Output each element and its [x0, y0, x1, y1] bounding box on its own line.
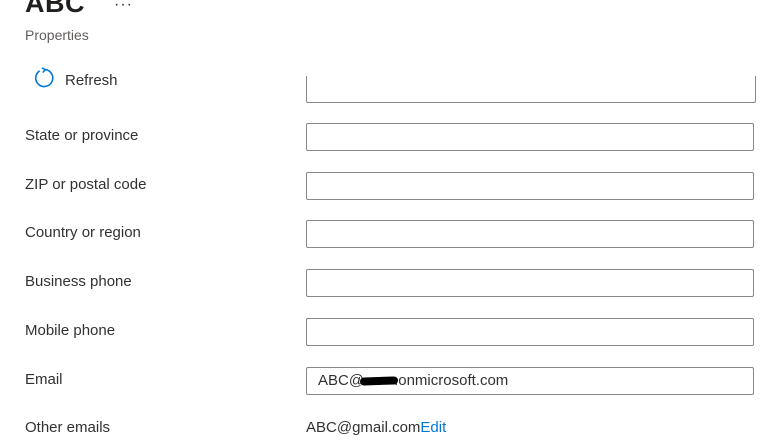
mobile-phone-input[interactable] — [306, 318, 754, 346]
country-label: Country or region — [25, 224, 141, 241]
zip-label: ZIP or postal code — [25, 176, 147, 193]
state-label: State or province — [25, 127, 139, 144]
business-phone-label: Business phone — [25, 273, 132, 290]
email-prefix: ABC@ — [318, 372, 365, 389]
other-emails-label: Other emails — [25, 419, 111, 436]
email-suffix: .onmicrosoft.com — [394, 372, 509, 389]
country-input[interactable] — [306, 220, 754, 248]
edit-other-emails-link[interactable]: Edit — [420, 419, 446, 436]
mobile-phone-label: Mobile phone — [25, 322, 116, 339]
zip-input[interactable] — [306, 172, 754, 200]
street-address-field[interactable] — [306, 76, 756, 103]
email-label: Email — [25, 371, 63, 388]
more-options-button[interactable]: ··· — [114, 0, 133, 14]
business-phone-input[interactable] — [306, 269, 754, 297]
other-emails-value-row: ABC@gmail.comEdit — [306, 419, 446, 436]
refresh-label: Refresh — [65, 71, 118, 89]
state-input[interactable] — [306, 123, 754, 151]
other-emails-value: ABC@gmail.com — [306, 419, 421, 436]
properties-page: ABC ··· Properties Refresh State or prov… — [0, 0, 766, 447]
page-subtitle: Properties — [25, 27, 89, 43]
redaction-mark — [359, 376, 399, 386]
refresh-icon — [33, 66, 55, 94]
page-title: ABC — [25, 0, 85, 18]
email-input[interactable]: ABC@ .onmicrosoft.com — [306, 367, 754, 395]
refresh-button[interactable]: Refresh — [33, 66, 118, 94]
